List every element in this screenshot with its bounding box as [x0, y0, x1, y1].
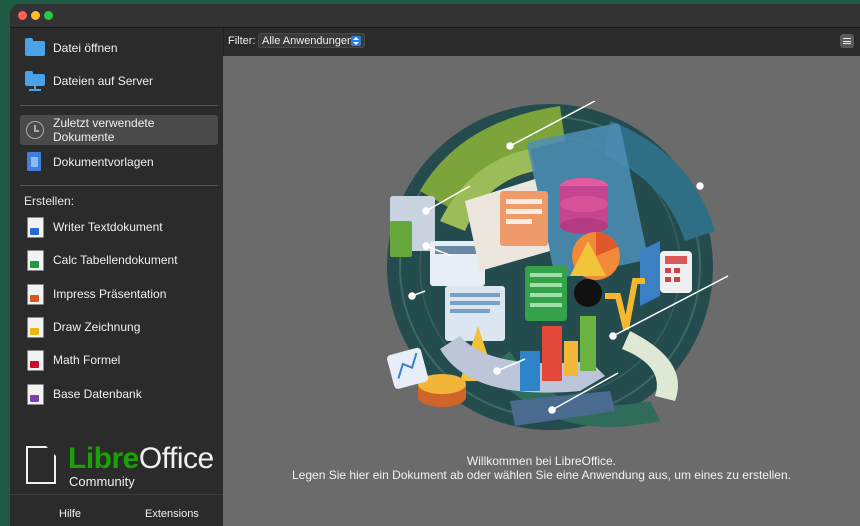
create-base-label: Base Datenbank: [53, 387, 142, 401]
writer-icon: [25, 217, 45, 238]
create-calc-label: Calc Tabellendokument: [53, 253, 178, 267]
open-file-label: Datei öffnen: [53, 41, 118, 55]
title-bar: [10, 4, 860, 28]
create-math-label: Math Formel: [53, 353, 121, 367]
sidebar-divider: [20, 105, 218, 106]
folder-icon: [25, 38, 45, 58]
close-window-button[interactable]: [18, 11, 27, 20]
brand-edition: Community: [69, 474, 135, 489]
create-writer-label: Writer Textdokument: [53, 220, 163, 234]
calc-icon: [25, 250, 45, 271]
recent-documents-label: Zuletzt verwendete Dokumente: [53, 116, 155, 144]
welcome-title: Willkommen bei LibreOffice.: [466, 454, 617, 468]
create-writer-button[interactable]: Writer Textdokument: [20, 212, 218, 242]
sidebar: Datei öffnen Dateien auf Server Zuletzt …: [10, 28, 223, 526]
math-icon: [25, 350, 45, 371]
recent-documents-button[interactable]: Zuletzt verwendete Dokumente: [20, 115, 218, 145]
start-center-window: Datei öffnen Dateien auf Server Zuletzt …: [10, 4, 860, 526]
create-base-button[interactable]: Base Datenbank: [20, 379, 218, 409]
create-math-button[interactable]: Math Formel: [20, 345, 218, 375]
filter-label: Filter:: [228, 35, 256, 47]
welcome-illustration: [387, 101, 729, 430]
remote-files-label: Dateien auf Server: [53, 74, 154, 88]
templates-button[interactable]: Dokumentvorlagen: [20, 147, 218, 177]
create-impress-button[interactable]: Impress Präsentation: [20, 279, 218, 309]
hamburger-menu-button[interactable]: [840, 34, 854, 48]
clock-icon: [25, 120, 45, 140]
impress-icon: [25, 284, 45, 305]
filter-select[interactable]: Alle Anwendungen: [258, 33, 365, 48]
maximize-window-button[interactable]: [44, 11, 53, 20]
base-icon: [25, 384, 45, 405]
server-folder-icon: [25, 71, 45, 91]
document-logo-icon: [26, 446, 56, 484]
filter-bar: Filter: Alle Anwendungen: [223, 28, 860, 56]
remote-files-button[interactable]: Dateien auf Server: [20, 66, 218, 96]
templates-label: Dokumentvorlagen: [53, 155, 154, 169]
welcome-hint: Legen Sie hier ein Dokument ab oder wähl…: [292, 468, 791, 482]
create-impress-label: Impress Präsentation: [53, 287, 167, 301]
template-icon: [25, 152, 45, 172]
create-heading: Erstellen:: [24, 194, 75, 208]
welcome-message: Willkommen bei LibreOffice. Legen Sie hi…: [223, 454, 860, 482]
create-draw-label: Draw Zeichnung: [53, 320, 141, 334]
extensions-button[interactable]: Extensions: [145, 508, 199, 520]
filter-value: Alle Anwendungen: [262, 35, 354, 47]
document-area[interactable]: Willkommen bei LibreOffice. Legen Sie hi…: [223, 56, 860, 526]
brand-wordmark: LibreOffice: [68, 442, 214, 475]
help-button[interactable]: Hilfe: [59, 508, 81, 520]
footer-divider: [10, 494, 223, 495]
create-draw-button[interactable]: Draw Zeichnung: [20, 312, 218, 342]
draw-icon: [25, 317, 45, 338]
create-calc-button[interactable]: Calc Tabellendokument: [20, 245, 218, 275]
minimize-window-button[interactable]: [31, 11, 40, 20]
open-file-button[interactable]: Datei öffnen: [20, 33, 218, 63]
sidebar-divider: [20, 185, 218, 186]
select-chevron-icon: [351, 36, 361, 46]
